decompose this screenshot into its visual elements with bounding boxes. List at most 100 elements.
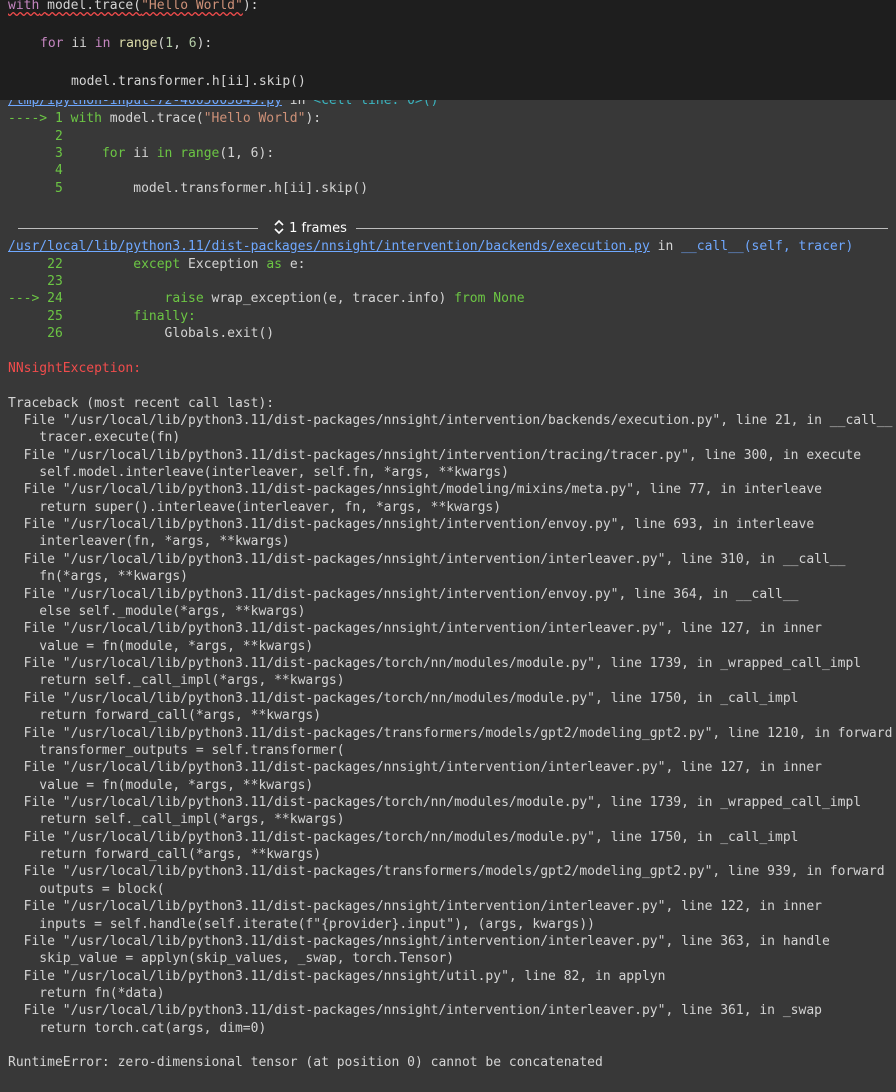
traceback-source-line: fn(*args, **kwargs) — [8, 569, 189, 585]
traceback-code-line: ----> 1 with model.trace("Hello World"): — [8, 111, 321, 127]
expand-collapse-icon — [274, 219, 284, 235]
code-cell[interactable]: with model.trace("Hello World"): for ii … — [0, 0, 896, 100]
code-keyword: in — [94, 36, 111, 51]
traceback-file-link[interactable]: /usr/local/lib/python3.11/dist-packages/… — [8, 239, 650, 254]
traceback-source-line: skip_value = applyn(skip_values, _swap, … — [8, 951, 455, 967]
traceback-source-line: return self._call_impl(*args, **kwargs) — [8, 673, 345, 689]
traceback-file-line: File "/usr/local/lib/python3.11/dist-pac… — [8, 899, 822, 915]
traceback-frame-header: /usr/local/lib/python3.11/dist-packages/… — [8, 239, 853, 255]
code-line-2[interactable]: for ii in range(1, 6): — [40, 36, 212, 52]
traceback-code-line: 2 — [8, 129, 63, 145]
traceback-file-line: File "/usr/local/lib/python3.11/dist-pac… — [8, 621, 822, 637]
code-text: ): — [196, 36, 213, 51]
code-line-3[interactable]: model.transformer.h[ii].skip() — [71, 74, 306, 90]
code-keyword: None — [493, 291, 525, 306]
code-text: ): — [242, 0, 259, 13]
code-text: , — [173, 36, 189, 51]
code-keyword: from — [454, 291, 486, 306]
code-keyword: for — [101, 146, 126, 161]
line-number: 5 — [54, 181, 63, 196]
line-number: 23 — [47, 274, 63, 289]
traceback-source-line: transformer_outputs = self.transformer( — [8, 742, 345, 758]
traceback-source-line: return self._call_impl(*args, **kwargs) — [8, 812, 345, 828]
code-text: (e, tracer.info) — [321, 291, 447, 306]
code-string: "Hello World" — [203, 111, 306, 126]
traceback-code-line: 23 — [8, 274, 63, 290]
traceback-file-line: File "/usr/local/lib/python3.11/dist-pac… — [8, 690, 799, 706]
traceback-source-line: return fn(*data) — [8, 986, 165, 1002]
traceback-code-line: 4 — [8, 163, 63, 179]
traceback-code-line: 5 model.transformer.h[ii].skip() — [8, 181, 368, 197]
traceback-source-line: inputs = self.handle(self.iterate(f"{pro… — [8, 916, 595, 932]
exception-name: NNsightException: — [8, 361, 142, 376]
traceback-partial-line: /tmp/ipython-input-72-4005005843.py in <… — [8, 100, 438, 109]
traceback-code-line: 3 for ii in range(1, 6): — [8, 146, 274, 162]
frames-toggle[interactable]: 1 frames — [273, 219, 347, 236]
traceback-file-line: File "/usr/local/lib/python3.11/dist-pac… — [8, 968, 666, 984]
traceback-file-line: File "/usr/local/lib/python3.11/dist-pac… — [8, 795, 862, 810]
traceback-file-line: File "/usr/local/lib/python3.11/dist-pac… — [8, 517, 815, 533]
traceback-file-link[interactable]: /tmp/ipython-input-72-4005005843.py — [8, 100, 282, 108]
code-text: model.trace( — [109, 111, 204, 126]
traceback-function: <cell line: 0>() — [313, 100, 439, 108]
code-keyword: with — [8, 0, 40, 13]
code-function: range — [118, 36, 158, 51]
line-number: 4 — [54, 163, 63, 178]
cell-output: /tmp/ipython-input-72-4005005843.py in <… — [0, 100, 896, 1092]
code-line-1[interactable]: with model.trace("Hello World"): — [8, 0, 258, 14]
divider-line — [356, 228, 888, 229]
traceback-code-line: ---> 24 raise wrap_exception(e, tracer.i… — [8, 291, 525, 307]
line-number: 2 — [54, 129, 63, 144]
traceback-text: in — [649, 239, 682, 254]
traceback-file-line: File "/usr/local/lib/python3.11/dist-pac… — [8, 586, 799, 602]
traceback-code-line: 25 finally: — [8, 309, 196, 325]
traceback-file-line: File "/usr/local/lib/python3.11/dist-pac… — [8, 864, 885, 880]
code-keyword: finally: — [133, 309, 196, 324]
traceback-file-line: File "/usr/local/lib/python3.11/dist-pac… — [8, 760, 822, 776]
traceback-source-line: return forward_call(*args, **kwargs) — [8, 847, 322, 863]
code-text: Exception — [188, 257, 259, 272]
code-text: ii — [71, 36, 87, 51]
line-number: 25 — [47, 309, 63, 324]
traceback-file-line: File "/usr/local/lib/python3.11/dist-pac… — [8, 725, 893, 741]
code-number: 1 — [165, 36, 174, 51]
traceback-source-line: return torch.cat(args, dim=0) — [8, 1020, 267, 1036]
traceback-source-line: self.model.interleave(interleaver, self.… — [8, 464, 509, 480]
code-function: range — [180, 146, 220, 161]
code-text: ): — [305, 111, 322, 126]
traceback-source-line: tracer.execute(fn) — [8, 430, 181, 446]
traceback-file-line: File "/usr/local/lib/python3.11/dist-pac… — [8, 412, 893, 428]
frames-count-label: 1 frames — [289, 221, 347, 236]
frames-toggle-bar[interactable]: 1 frames — [18, 218, 888, 238]
traceback-file-line: File "/usr/local/lib/python3.11/dist-pac… — [8, 1003, 822, 1019]
traceback-file-line: File "/usr/local/lib/python3.11/dist-pac… — [8, 447, 862, 463]
traceback-header: Traceback (most recent call last): — [8, 395, 275, 411]
code-text: Globals.exit() — [164, 326, 275, 341]
traceback-source-line: interleaver(fn, *args, **kwargs) — [8, 534, 290, 550]
code-text: (1, 6): — [219, 146, 275, 161]
code-text: model.trace( — [47, 0, 142, 13]
code-keyword: for — [40, 36, 64, 51]
code-string: "Hello World" — [141, 0, 243, 13]
traceback-file-line: File "/usr/local/lib/python3.11/dist-pac… — [8, 551, 846, 567]
code-text: ii — [133, 146, 149, 161]
traceback-source-line: return super().interleave(interleaver, f… — [8, 499, 502, 515]
code-number: 6 — [188, 36, 197, 51]
error-arrow: ---> 24 — [8, 291, 63, 306]
code-keyword: except — [133, 257, 181, 272]
code-keyword: raise — [164, 291, 204, 306]
traceback-file-line: File "/usr/local/lib/python3.11/dist-pac… — [8, 482, 822, 498]
traceback-source-line: return forward_call(*args, **kwargs) — [8, 708, 322, 724]
traceback-text: in — [281, 100, 314, 108]
line-number: 3 — [54, 146, 63, 161]
line-number: 26 — [47, 326, 63, 341]
traceback-source-line: outputs = block( — [8, 881, 165, 897]
line-number: 22 — [47, 257, 63, 272]
divider-line — [18, 228, 258, 229]
traceback-source-line: else self._module(*args, **kwargs) — [8, 603, 306, 619]
final-error-message: RuntimeError: zero-dimensional tensor (a… — [8, 1055, 603, 1070]
code-text: wrap_exception — [211, 291, 322, 306]
traceback-source-line: value = fn(module, *args, **kwargs) — [8, 777, 314, 793]
traceback-file-line: File "/usr/local/lib/python3.11/dist-pac… — [8, 829, 799, 845]
traceback-file-line: File "/usr/local/lib/python3.11/dist-pac… — [8, 933, 830, 949]
